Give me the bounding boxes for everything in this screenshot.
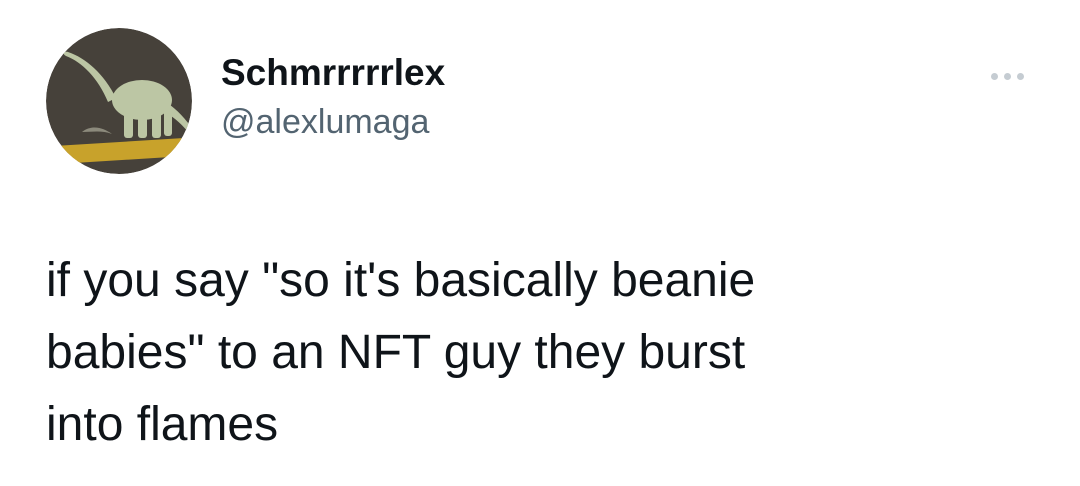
tweet-card: Schmrrrrrlex @alexlumaga if you say "so … — [0, 0, 1080, 486]
user-names: Schmrrrrrlex @alexlumaga — [221, 50, 445, 144]
more-options-icon[interactable] — [982, 64, 1032, 88]
tweet-text: if you say "so it's basically beanie bab… — [46, 254, 756, 451]
dinosaur-icon — [46, 28, 192, 174]
user-handle[interactable]: @alexlumaga — [221, 100, 445, 144]
more-dot — [990, 72, 998, 80]
avatar[interactable] — [46, 28, 192, 174]
display-name[interactable]: Schmrrrrrlex — [221, 50, 445, 96]
more-dot — [1003, 72, 1011, 80]
more-dot — [1016, 72, 1024, 80]
